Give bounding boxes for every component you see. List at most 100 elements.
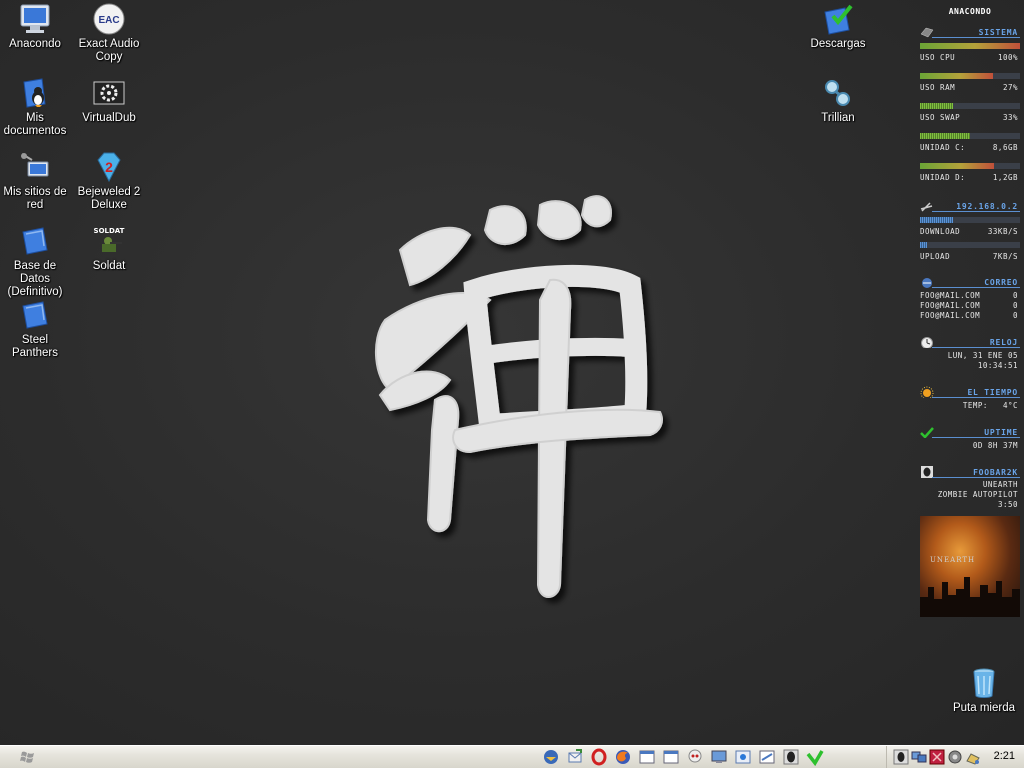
row-value: 7KB/S: [992, 252, 1018, 261]
virtualdub-icon: [93, 81, 125, 105]
explorer-icon[interactable]: [734, 748, 752, 766]
row-key: DOWNLOAD: [920, 227, 961, 236]
trillian-icon: [825, 80, 850, 106]
clock-time: 10:34:51: [977, 361, 1018, 370]
desktop-icon-trillian[interactable]: Trillian: [801, 76, 875, 125]
section-title: FOOBAR2K: [973, 468, 1018, 477]
folder-icon: [22, 227, 48, 255]
skull-icon[interactable]: [686, 748, 704, 766]
system-tray: 2:21: [886, 746, 1024, 768]
drive-d-row: UNIDAD D: 1,2GB: [920, 173, 1020, 182]
opera-icon[interactable]: [590, 748, 608, 766]
window-icon[interactable]: [758, 748, 776, 766]
drive-c-bar-fill: [920, 133, 970, 139]
row-key: USO SWAP: [920, 113, 961, 122]
row-value: 8,6GB: [992, 143, 1018, 152]
now-playing-artist: UNEARTH: [982, 480, 1018, 489]
ram-row: USO RAM 27%: [920, 83, 1020, 92]
album-art-text: UNEARTH: [930, 556, 976, 564]
cpu-row: USO CPU 100%: [920, 53, 1020, 62]
downloads-icon: [824, 4, 853, 35]
desktop-icon-label: Anacondo: [9, 38, 61, 50]
eac-icon: EAC: [93, 3, 125, 35]
row-value: 0: [1012, 301, 1018, 310]
drive-c-bar: [920, 133, 1020, 139]
section-title: 192.168.0.2: [956, 202, 1018, 211]
temp-value: 4°C: [1002, 401, 1018, 410]
monitor-icon[interactable]: [710, 748, 728, 766]
section-reloj-header: RELOJ: [920, 337, 1020, 348]
documents-icon: [23, 78, 46, 108]
row-value: 33KB/S: [987, 227, 1018, 236]
upload-row: UPLOAD 7KB/S: [920, 252, 1020, 261]
row-key: USO RAM: [920, 83, 956, 92]
mail-account-row: FOO@MAIL.COM 0: [920, 311, 1020, 320]
thunderbird-icon[interactable]: [542, 748, 560, 766]
check-icon[interactable]: [806, 748, 824, 766]
desktop-icon-label: Descargas: [810, 38, 866, 50]
speaker-tray-icon[interactable]: [947, 749, 963, 765]
download-bar: [920, 217, 1020, 223]
swap-bar: [920, 103, 1020, 109]
media-tray-icon[interactable]: [929, 749, 945, 765]
network-places-icon: [21, 153, 49, 177]
network-tray-icon[interactable]: [911, 749, 927, 765]
section-tiempo-header: EL TIEMPO: [920, 386, 1020, 398]
desktop-icon-label: Trillian: [821, 112, 855, 124]
desktop-icon-label: Mis sitios de red: [3, 186, 67, 211]
section-title: UPTIME: [984, 428, 1018, 437]
bejeweled-icon: 2: [97, 152, 121, 183]
section-foobar-header: FOOBAR2K: [920, 466, 1020, 478]
folder-icon: [22, 301, 48, 329]
desktop-icon-label: Soldat: [92, 260, 126, 272]
desktop-icon-base-de-datos[interactable]: Base de Datos (Definitivo): [0, 224, 72, 299]
sidebar-title: ANACONDO: [948, 7, 992, 16]
desktop-icon-anacondo[interactable]: Anacondo: [0, 2, 72, 51]
mail-account-row: FOO@MAIL.COM 0: [920, 291, 1020, 300]
row-value: 27%: [1002, 83, 1018, 92]
desktop-icon-descargas[interactable]: Descargas: [801, 2, 875, 51]
desktop-icon-virtualdub[interactable]: VirtualDub: [72, 76, 146, 125]
section-title: CORREO: [984, 278, 1018, 287]
desktop-icon-label: Mis documentos: [3, 112, 67, 137]
alien-tray-icon[interactable]: [893, 749, 909, 765]
row-key: FOO@MAIL.COM: [920, 301, 981, 310]
desktop-icon-steel-panthers[interactable]: Steel Panthers: [0, 298, 72, 360]
row-key: FOO@MAIL.COM: [920, 291, 981, 300]
printer-tray-icon[interactable]: [965, 749, 981, 765]
windows-logo-start-button[interactable]: [14, 748, 42, 766]
desktop-icon-mis-documentos[interactable]: Mis documentos: [0, 76, 72, 138]
row-key: UNIDAD C:: [920, 143, 966, 152]
download-bar-fill: [920, 217, 953, 223]
desktop-icon-label: Base de Datos (Definitivo): [7, 260, 63, 298]
soldat-badge-text: SOLDAT: [94, 227, 125, 235]
taskbar: 2:21: [0, 745, 1024, 768]
desktop-icon-soldat[interactable]: SOLDAT Soldat: [72, 224, 146, 273]
section-title: SISTEMA: [978, 28, 1018, 37]
taskbar-clock[interactable]: 2:21: [994, 750, 1015, 762]
row-key: FOO@MAIL.COM: [920, 311, 981, 320]
eac-badge-text: EAC: [98, 15, 119, 26]
window-icon[interactable]: [662, 748, 680, 766]
desktop-icon-bejeweled[interactable]: 2 Bejeweled 2 Deluxe: [72, 150, 146, 212]
row-key: UPLOAD: [920, 252, 951, 261]
swap-row: USO SWAP 33%: [920, 113, 1020, 122]
download-row: DOWNLOAD 33KB/S: [920, 227, 1020, 236]
swap-bar-fill: [920, 103, 953, 109]
temp-label: TEMP:: [962, 401, 988, 410]
alien-icon[interactable]: [782, 748, 800, 766]
row-key: UNIDAD D:: [920, 173, 966, 182]
zen-kanji-calligraphy: [374, 195, 663, 598]
now-playing-track: ZOMBIE AUTOPILOT: [937, 490, 1018, 499]
firefox-icon[interactable]: [614, 748, 632, 766]
mail-account-row: FOO@MAIL.COM 0: [920, 301, 1020, 310]
weather-temp: TEMP: 4°C: [920, 401, 1018, 410]
desktop-icon-label: Steel Panthers: [11, 334, 59, 359]
desktop-icon-exact-audio-copy[interactable]: EAC Exact Audio Copy: [72, 2, 146, 64]
outlook-icon[interactable]: [566, 748, 584, 766]
ram-bar-fill: [920, 73, 993, 79]
desktop-icon-mis-sitios-de-red[interactable]: Mis sitios de red: [0, 150, 72, 212]
row-value: 0: [1012, 291, 1018, 300]
window-icon[interactable]: [638, 748, 656, 766]
system-monitor-sidebar: ANACONDO SISTEMA USO CPU 100% USO RAM 27% …: [918, 0, 1022, 745]
